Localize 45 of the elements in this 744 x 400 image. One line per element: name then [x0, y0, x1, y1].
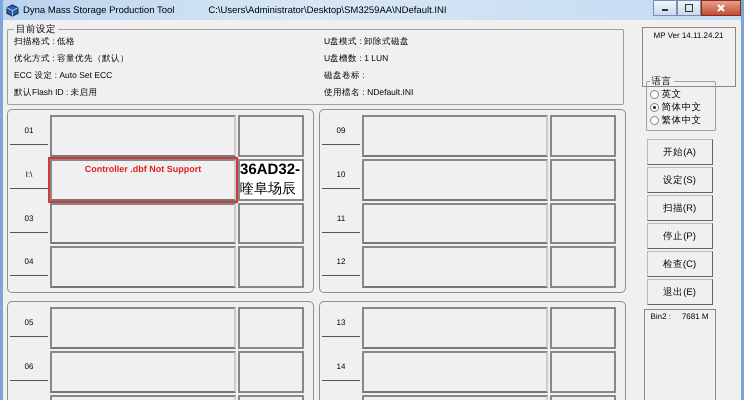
- action-button[interactable]: 扫描(R): [646, 195, 713, 221]
- info-panel: [238, 115, 304, 157]
- setting-text: ECC 设定 : Auto Set ECC: [14, 70, 114, 82]
- close-button[interactable]: [701, 0, 741, 16]
- window-title: Dyna Mass Storage Production Tool: [23, 4, 174, 16]
- port-button[interactable]: I:\: [10, 160, 48, 189]
- action-button[interactable]: 退出(E): [646, 279, 713, 305]
- info-panel: [238, 202, 304, 244]
- setting-text: 扫描格式 : 低格: [14, 36, 76, 48]
- group-title: 目前设定: [15, 23, 57, 36]
- cube-icon: [6, 4, 19, 16]
- info-text: 喹阜场辰: [240, 178, 297, 197]
- info-panel: [238, 307, 304, 349]
- info-panel: [550, 158, 616, 200]
- group-title: 语言: [650, 75, 673, 88]
- info-panel: [238, 246, 304, 288]
- action-button[interactable]: 停止(P): [646, 223, 713, 249]
- action-button[interactable]: 检查(C): [646, 251, 713, 277]
- minimize-button[interactable]: [653, 0, 677, 16]
- file-path: C:\Users\Administrator\Desktop\SM3259AA\NDefault.INI: [208, 4, 448, 16]
- info-panel: [550, 246, 616, 288]
- info-panel: [550, 351, 616, 393]
- error-message: Controller .dbf Not Support: [84, 164, 202, 175]
- info-panel: [550, 307, 616, 349]
- version-text: MP Ver 14.11.24.21: [654, 31, 724, 40]
- maximize-button[interactable]: [677, 0, 701, 16]
- language-radio[interactable]: 繁体中文: [650, 114, 712, 127]
- setting-text: 磁盘卷标 :: [324, 70, 366, 82]
- setting-text: U盘模式 : 卸除式磁盘: [324, 36, 410, 48]
- setting-text: U盘槽数 : 1 LUN: [324, 53, 390, 65]
- setting-text: 优化方式 : 容量优先（默认）: [14, 53, 130, 65]
- info-panel: [238, 351, 304, 393]
- language-radio[interactable]: 英文: [650, 88, 712, 101]
- bin-value: 7681 M: [682, 312, 709, 321]
- action-button[interactable]: 开始(A): [646, 139, 713, 165]
- bin-label: Bin2 :: [650, 312, 671, 321]
- close-icon: [716, 3, 726, 13]
- setting-text: 使用檔名 : NDefault.INI: [324, 87, 414, 99]
- language-radio[interactable]: 简体中文: [650, 101, 712, 114]
- info-panel: [550, 202, 616, 244]
- info-panel: [550, 115, 616, 157]
- action-button[interactable]: 设定(S): [646, 167, 713, 193]
- info-text: 36AD32-: [240, 160, 302, 179]
- setting-text: 默认Flash ID : 未启用: [14, 87, 99, 99]
- maximize-icon: [684, 3, 694, 13]
